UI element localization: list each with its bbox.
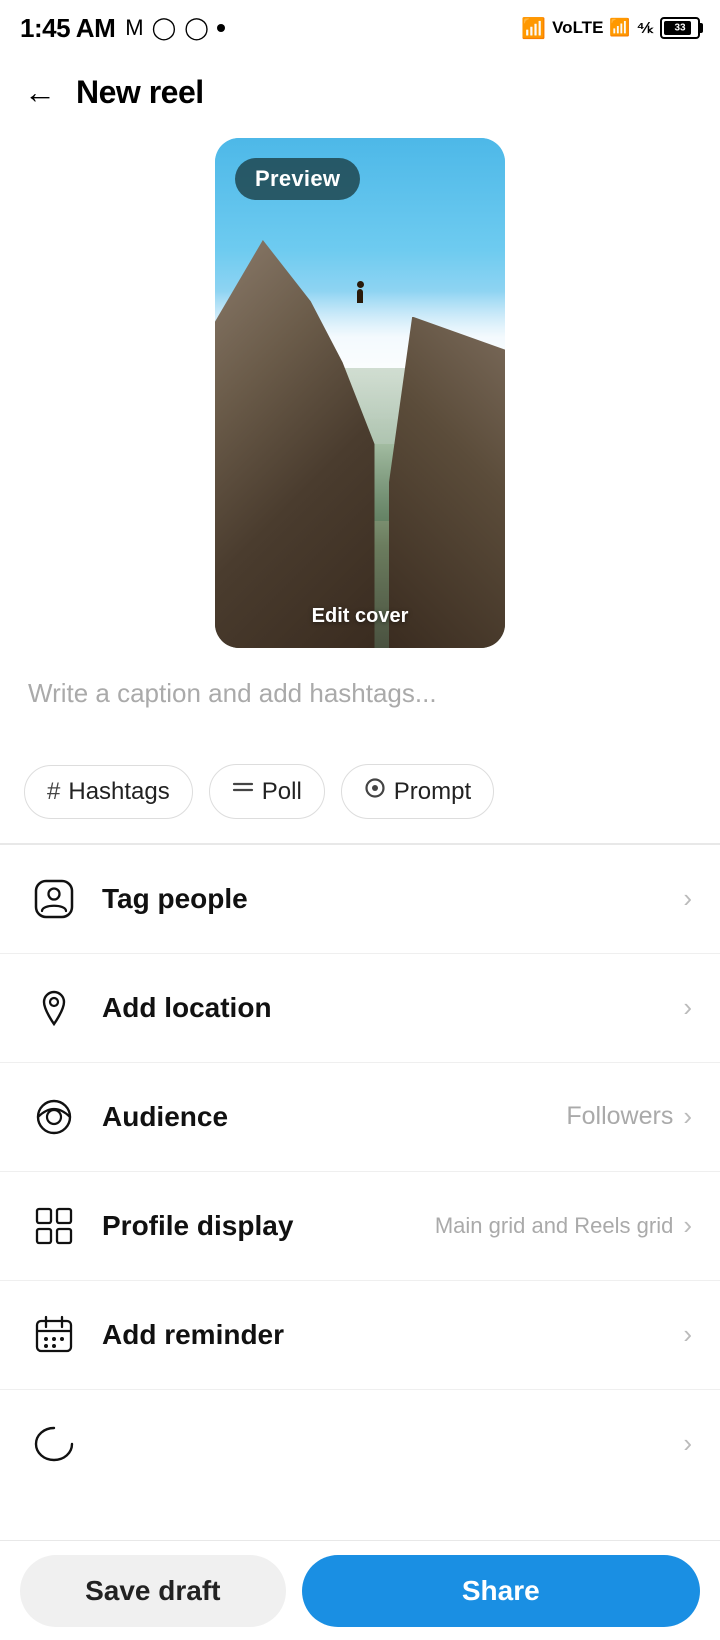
poll-icon [232,777,254,806]
caption-area[interactable]: Write a caption and add hashtags... [0,668,720,748]
tag-buttons-row: # Hashtags Poll Prompt [0,748,720,843]
more-settings-item[interactable]: › [0,1390,720,1480]
hashtags-label: Hashtags [68,778,169,806]
status-right: 📶 VoLTE 📶 ⁴⁄ₖ 33 [521,16,700,41]
more-settings-icon [28,1418,80,1470]
audience-value: Followers [566,1102,673,1131]
lte-icon: 📶 [609,18,630,38]
profile-display-chevron: › [683,1210,692,1241]
signal-text: VoLTE [552,18,603,38]
status-left: 1:45 AM M ◯ ◯ [20,13,225,44]
battery-indicator: 33 [660,17,700,39]
person-body [357,289,363,303]
person-head [357,281,364,288]
bottom-bar: Save draft Share [0,1540,720,1640]
battery-level: 33 [674,23,685,34]
status-time: 1:45 AM [20,13,115,44]
add-location-item[interactable]: Add location › [0,954,720,1063]
instagram-icon2: ◯ [184,15,209,41]
status-bar: 1:45 AM M ◯ ◯ 📶 VoLTE 📶 ⁴⁄ₖ 33 [0,0,720,56]
poll-label: Poll [262,778,302,806]
speed-text: ⁴⁄ₖ [637,18,654,38]
audience-chevron: › [683,1101,692,1132]
person-silhouette [354,281,366,301]
save-draft-button[interactable]: Save draft [20,1555,286,1627]
rock-right [389,317,505,649]
add-reminder-label: Add reminder [102,1319,673,1351]
profile-display-label: Profile display [102,1210,435,1242]
tag-people-label: Tag people [102,883,673,915]
notification-dot [217,24,225,32]
edit-cover-button[interactable]: Edit cover [312,605,409,628]
tag-people-chevron: › [683,883,692,914]
audience-icon [28,1091,80,1143]
profile-display-item[interactable]: Profile display Main grid and Reels grid… [0,1172,720,1281]
gmail-icon: M [125,15,143,41]
share-button[interactable]: Share [302,1555,700,1627]
add-reminder-icon [28,1309,80,1361]
profile-display-value: Main grid and Reels grid [435,1213,673,1239]
prompt-button[interactable]: Prompt [341,764,494,819]
preview-badge[interactable]: Preview [235,158,360,200]
hashtag-icon: # [47,778,60,806]
caption-placeholder[interactable]: Write a caption and add hashtags... [28,678,437,708]
wifi-icon: 📶 [521,16,546,41]
tag-people-icon [28,873,80,925]
tag-people-item[interactable]: Tag people › [0,845,720,954]
prompt-label: Prompt [394,778,471,806]
add-location-chevron: › [683,992,692,1023]
status-icons: M ◯ ◯ [125,15,225,41]
audience-item[interactable]: Audience Followers › [0,1063,720,1172]
audience-label: Audience [102,1101,566,1133]
profile-display-icon [28,1200,80,1252]
poll-button[interactable]: Poll [209,764,325,819]
back-button[interactable]: ← [24,76,56,108]
instagram-icon1: ◯ [152,15,177,41]
add-location-icon [28,982,80,1034]
page-title: New reel [76,74,204,111]
add-location-label: Add location [102,992,673,1024]
hashtags-button[interactable]: # Hashtags [24,765,193,819]
preview-container: Preview Edit cover [0,128,720,668]
more-settings-chevron: › [683,1428,692,1459]
add-reminder-item[interactable]: Add reminder › [0,1281,720,1390]
preview-card[interactable]: Preview Edit cover [215,138,505,648]
add-reminder-chevron: › [683,1319,692,1350]
prompt-icon [364,777,386,806]
page-header: ← New reel [0,56,720,128]
